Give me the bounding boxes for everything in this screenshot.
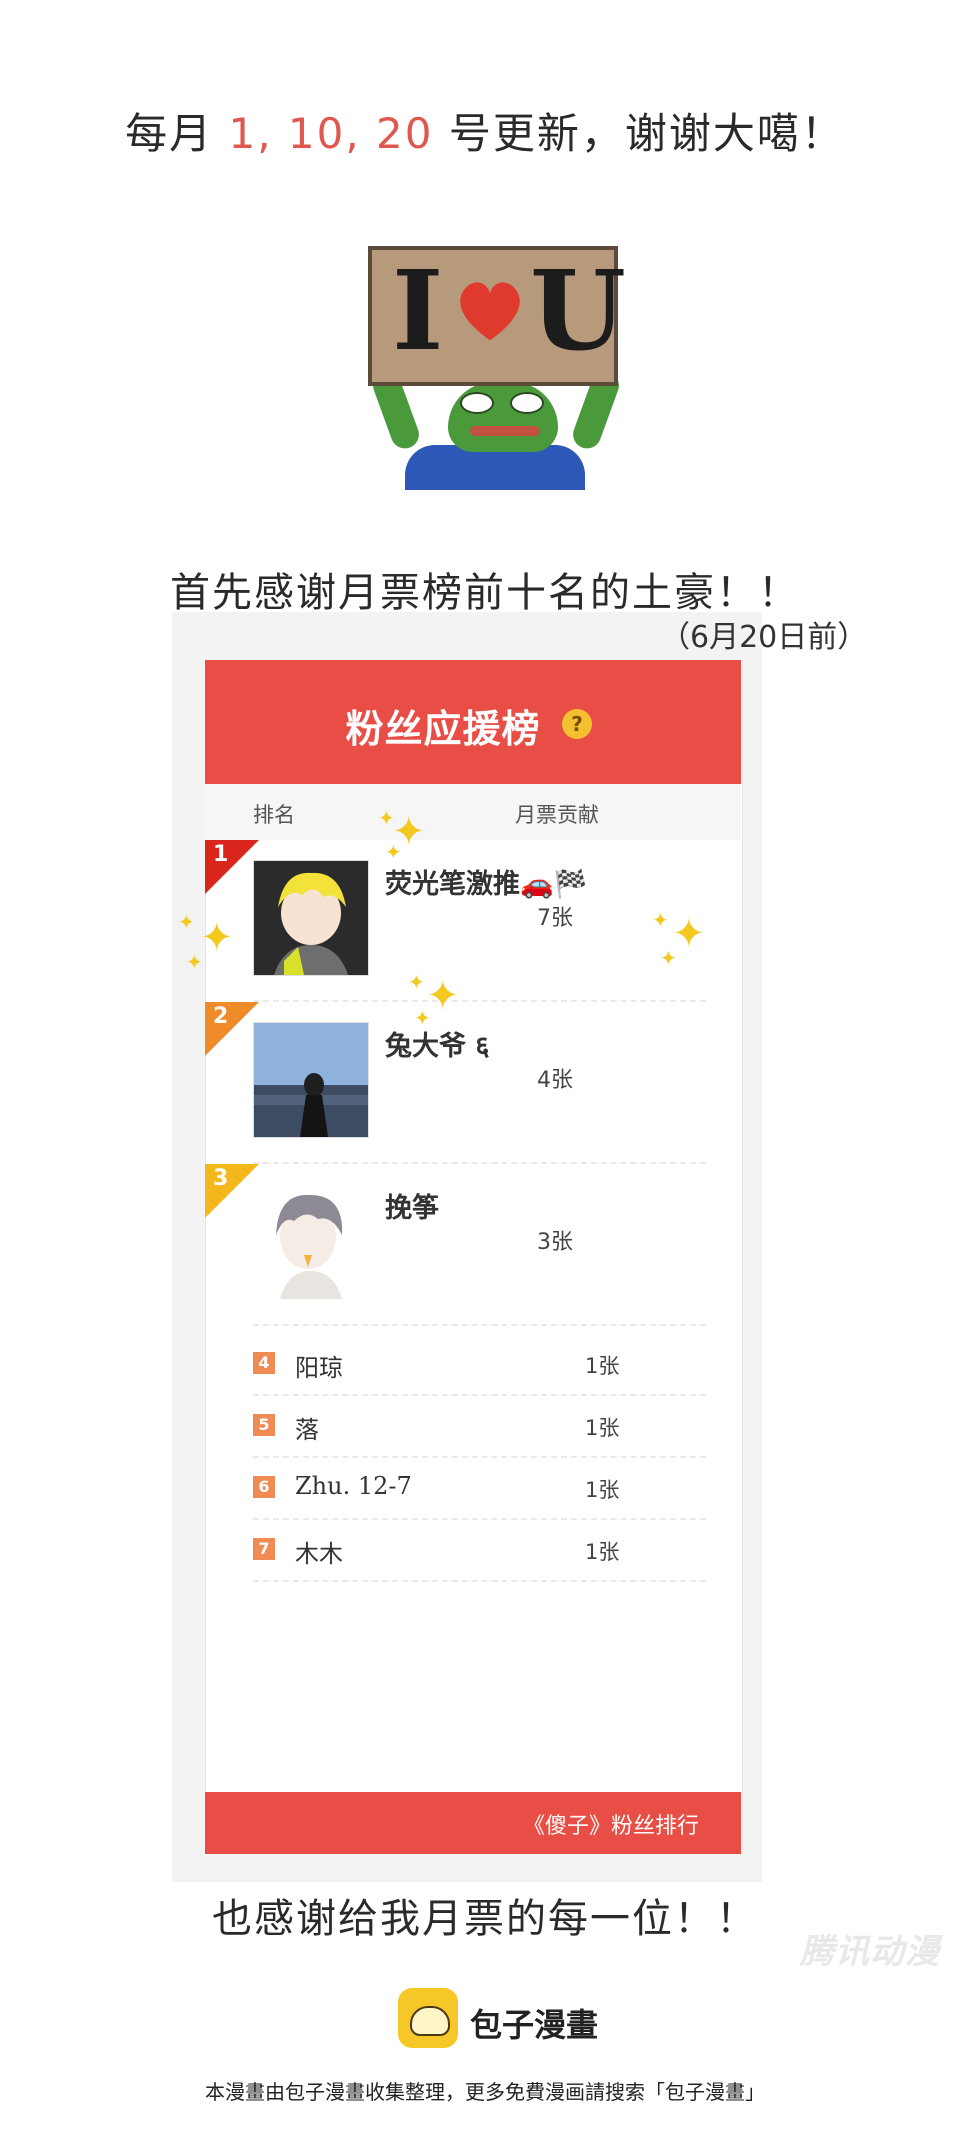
- heart-icon: [460, 282, 520, 341]
- leaderboard-row-7[interactable]: 7 木木 1张: [205, 1520, 741, 1582]
- update-suffix: 号更新，谢谢大噶！: [433, 109, 845, 158]
- rank-badge: 4: [253, 1352, 275, 1374]
- rank-number: 2: [213, 1004, 229, 1029]
- vote-count: 1张: [585, 1540, 620, 1564]
- bun-shape: [410, 2006, 450, 2036]
- avatar[interactable]: [253, 860, 369, 976]
- update-dates: 1, 10, 20: [228, 109, 434, 158]
- leaderboard-row-4[interactable]: 4 阳琼 1张: [205, 1334, 741, 1396]
- frog-head: [448, 382, 558, 452]
- sparkle-icon: ✦: [178, 910, 195, 934]
- logo-text: 包子漫畫: [470, 2006, 599, 2044]
- update-prefix: 每月: [125, 109, 229, 158]
- sign-letter-u: U: [530, 246, 626, 375]
- vote-count: 4张: [537, 1068, 573, 1093]
- update-schedule-line: 每月 1, 10, 20 号更新，谢谢大噶！: [0, 100, 970, 161]
- sparkle-icon: ✦: [652, 908, 669, 932]
- leaderboard-row-2[interactable]: 2 兔大爷 ६ 4张: [205, 1002, 741, 1164]
- avatar[interactable]: [253, 1184, 369, 1300]
- user-name: 荧光笔激推🚗🏁: [385, 869, 588, 900]
- date-note: （6月20日前）: [660, 620, 868, 655]
- help-icon[interactable]: ?: [562, 709, 592, 739]
- rank-badge: 6: [253, 1476, 275, 1498]
- sparkle-icon: ✦: [414, 1006, 431, 1030]
- avatar-image: [254, 1185, 368, 1299]
- bun-logo-icon: [398, 1988, 458, 2048]
- leaderboard-footer: 《傻子》粉丝排行: [205, 1792, 741, 1854]
- user-name: Zhu. 12-7: [295, 1472, 412, 1500]
- sparkle-icon: ✦: [378, 806, 395, 830]
- love-sign: I U: [368, 246, 626, 386]
- rank-badge: 7: [253, 1538, 275, 1560]
- leaderboard-row-3[interactable]: 3 挽筝 3张: [205, 1164, 741, 1326]
- vote-count: 1张: [585, 1354, 620, 1378]
- leaderboard-row-5[interactable]: 5 落 1张: [205, 1396, 741, 1458]
- sparkle-icon: ✦: [186, 950, 203, 974]
- watermark: 腾讯动漫: [800, 1932, 940, 1972]
- sparkle-icon: ✦: [408, 970, 425, 994]
- frog-mouth: [470, 426, 540, 436]
- avatar-image: [254, 1023, 368, 1137]
- vote-count: 1张: [585, 1478, 620, 1502]
- leaderboard-footer-link[interactable]: 《傻子》粉丝排行: [523, 1808, 699, 1840]
- rank-badge: 5: [253, 1414, 275, 1436]
- sparkle-icon: ✦: [385, 840, 402, 864]
- rank-number: 3: [213, 1166, 229, 1191]
- sparkle-icon: ✦: [672, 911, 706, 957]
- leaderboard-title-text: 粉丝应援榜: [345, 707, 541, 751]
- row-divider: [253, 1324, 706, 1326]
- rank-number: 1: [213, 842, 229, 867]
- pepe-i-love-u-image: I U: [360, 240, 630, 490]
- leaderboard-header: 粉丝应援榜 ?: [205, 660, 741, 784]
- leaderboard-row-6[interactable]: 6 Zhu. 12-7 1张: [205, 1458, 741, 1520]
- frog-eye-right: [510, 392, 544, 414]
- leaderboard-title: 粉丝应援榜: [205, 698, 741, 753]
- vote-count: 7张: [537, 906, 573, 931]
- sparkle-icon: ✦: [200, 915, 234, 961]
- footer-note: 本漫畫由包子漫畫收集整理，更多免費漫画請搜索「包子漫畫」: [205, 2080, 765, 2104]
- vote-count: 3张: [537, 1230, 573, 1255]
- col-rank-label: 排名: [253, 803, 295, 827]
- sparkle-icon: ✦: [660, 946, 677, 970]
- user-name: 兔大爷 ६: [385, 1031, 490, 1062]
- col-votes-label: 月票贡献: [515, 803, 599, 827]
- column-header: 排名 月票贡献: [205, 784, 741, 840]
- user-name: 挽筝: [385, 1193, 439, 1224]
- user-name: 落: [295, 1416, 319, 1444]
- user-name: 阳琼: [295, 1354, 343, 1382]
- user-name: 木木: [295, 1540, 343, 1568]
- frog-eye-left: [460, 392, 494, 414]
- row-divider: [253, 1580, 706, 1582]
- thanks-top-text: 首先感谢月票榜前十名的土豪！！: [170, 570, 800, 616]
- sparkle-icon: ✦: [426, 973, 460, 1019]
- avatar[interactable]: [253, 1022, 369, 1138]
- vote-count: 1张: [585, 1416, 620, 1440]
- sign-letter-i: I: [392, 246, 444, 375]
- avatar-image: [254, 861, 368, 975]
